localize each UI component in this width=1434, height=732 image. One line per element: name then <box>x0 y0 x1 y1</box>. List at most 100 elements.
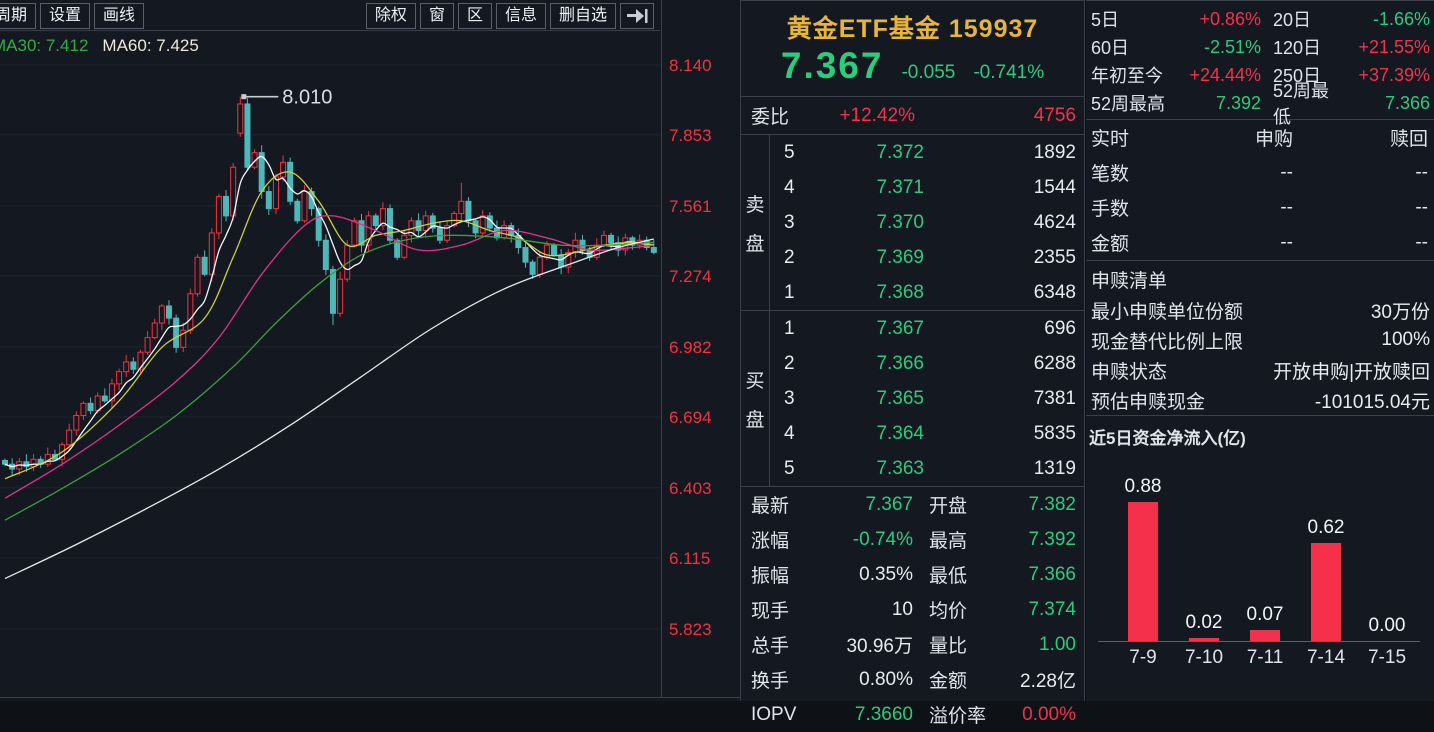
ma-line-ma5 <box>5 156 654 466</box>
performance-row: 年初至今+24.44%250日+37.39% <box>1086 61 1434 89</box>
redemption-row: 预估申赎现金-101015.04元 <box>1086 385 1434 415</box>
redemption-value: 开放申购|开放赎回 <box>1273 357 1434 384</box>
perf-label: 60日 <box>1086 34 1176 60</box>
candle <box>202 257 207 274</box>
candle <box>245 104 250 167</box>
perf-label: 20日 <box>1261 6 1335 32</box>
price-axis-tick: 6.115 <box>669 549 710 569</box>
flow-bar-category: 7-10 <box>1169 647 1239 669</box>
buy-rows: 17.36769627.366628837.365738147.36458355… <box>770 311 1084 486</box>
stat-value: -0.74% <box>813 529 913 551</box>
chart-toolbar: 周期设置画线 除权窗区信息删自选 <box>0 0 660 31</box>
order-book-row[interactable]: 37.3704624 <box>770 205 1084 240</box>
candle <box>174 318 179 347</box>
candle <box>523 248 528 263</box>
order-level: 2 <box>770 247 806 269</box>
ma-line-ma60 <box>5 239 654 579</box>
order-level: 1 <box>770 282 806 304</box>
flow-bar-category: 7-11 <box>1230 647 1300 669</box>
order-price: 7.364 <box>806 423 924 445</box>
order-book-row[interactable]: 27.3692355 <box>770 240 1084 275</box>
order-book-row[interactable]: 57.3721892 <box>770 135 1084 170</box>
flow-bar-category: 7-15 <box>1352 647 1422 669</box>
ma-line-ma30 <box>5 235 654 520</box>
order-book-row[interactable]: 17.367696 <box>770 311 1084 346</box>
candle <box>216 196 221 233</box>
toolbar-button-right-2[interactable]: 区 <box>458 3 492 29</box>
candle <box>288 162 293 201</box>
performance-section: 5日+0.86%20日-1.66%60日-2.51%120日+21.55%年初至… <box>1086 1 1434 119</box>
candle <box>3 461 8 465</box>
order-level: 3 <box>770 212 806 234</box>
price-axis-tick: 6.982 <box>669 338 712 358</box>
stat-label: 涨幅 <box>741 526 813 553</box>
toolbar-left-group: 周期设置画线 <box>0 3 144 29</box>
stat-value: 2.28亿 <box>993 666 1084 693</box>
stat-value: 0.35% <box>813 564 913 586</box>
stat-row: 现手10均价7.374 <box>741 592 1084 627</box>
candle <box>609 235 614 242</box>
order-volume: 4624 <box>924 212 1084 234</box>
toolbar-button-right-1[interactable]: 窗 <box>420 3 454 29</box>
performance-row: 5日+0.86%20日-1.66% <box>1086 5 1434 33</box>
stat-label: 现手 <box>741 596 813 623</box>
stat-label: 总手 <box>741 631 813 658</box>
perf-value: +0.86% <box>1176 9 1261 30</box>
stat-value: 7.3660 <box>813 704 913 726</box>
redemption-label: 最小申赎单位份额 <box>1086 297 1243 324</box>
stat-value: 7.367 <box>813 494 913 516</box>
performance-row: 52周最高7.39252周最低7.366 <box>1086 89 1434 117</box>
candle <box>338 279 343 313</box>
collapse-right-icon[interactable] <box>620 3 654 29</box>
toolbar-right-group: 除权窗区信息删自选 <box>366 3 654 29</box>
bar-chart-baseline <box>1098 641 1420 642</box>
order-level: 4 <box>770 423 806 445</box>
stat-label: 金额 <box>913 666 993 693</box>
order-book-row[interactable]: 27.3666288 <box>770 346 1084 381</box>
candle <box>330 269 335 313</box>
order-price: 7.363 <box>806 458 924 480</box>
order-level: 5 <box>770 458 806 480</box>
candle <box>281 162 286 177</box>
info-panel: 5日+0.86%20日-1.66%60日-2.51%120日+21.55%年初至… <box>1086 0 1434 701</box>
candle <box>188 294 193 331</box>
candlestick-chart[interactable]: 8.010 <box>0 60 660 698</box>
last-price: 7.367 <box>781 45 884 87</box>
candle <box>152 323 157 338</box>
candle <box>423 216 428 231</box>
flow-bar-value: 0.07 <box>1230 604 1300 626</box>
stat-label: 最高 <box>913 526 993 553</box>
redemption-value: 30万份 <box>1371 297 1434 324</box>
toolbar-button-2[interactable]: 画线 <box>94 3 144 29</box>
candle <box>273 177 278 209</box>
stat-value: 7.374 <box>993 599 1084 621</box>
quote-panel: 黄金ETF基金 159937 7.367 -0.055 -0.741% 委比 +… <box>740 0 1085 701</box>
toolbar-button-0[interactable]: 周期 <box>0 3 36 29</box>
redemption-row: 最小申赎单位份额 30万份 <box>1086 295 1434 325</box>
order-level: 4 <box>770 177 806 199</box>
stat-value: 30.96万 <box>813 631 913 658</box>
order-book-row[interactable]: 47.3645835 <box>770 416 1084 451</box>
stat-value: 0.80% <box>813 669 913 691</box>
money-flow-title: 近5日资金净流入(亿) <box>1086 416 1434 449</box>
toolbar-button-right-3[interactable]: 信息 <box>496 3 546 29</box>
realtime-row: 笔数---- <box>1086 155 1434 190</box>
order-book-row[interactable]: 57.3631319 <box>770 451 1084 486</box>
buy-side-label: 买盘 <box>741 311 770 486</box>
realtime-row: 手数---- <box>1086 190 1434 225</box>
candle <box>117 372 122 384</box>
order-book-row[interactable]: 37.3657381 <box>770 381 1084 416</box>
ma-label-0: MA30: 7.412 <box>0 36 88 55</box>
toolbar-button-right-0[interactable]: 除权 <box>366 3 416 29</box>
toolbar-button-1[interactable]: 设置 <box>40 3 90 29</box>
chart-bottom-divider <box>0 697 740 698</box>
candle <box>552 245 557 255</box>
perf-value: +37.39% <box>1335 65 1434 86</box>
side-label-char: 盘 <box>745 229 764 256</box>
stat-row: 涨幅-0.74%最高7.392 <box>741 522 1084 557</box>
toolbar-button-right-4[interactable]: 删自选 <box>550 3 616 29</box>
realtime-value: -- <box>1293 162 1434 184</box>
order-book-row[interactable]: 47.3711544 <box>770 170 1084 205</box>
realtime-value: -- <box>1198 232 1293 254</box>
order-book-row[interactable]: 17.3686348 <box>770 275 1084 310</box>
